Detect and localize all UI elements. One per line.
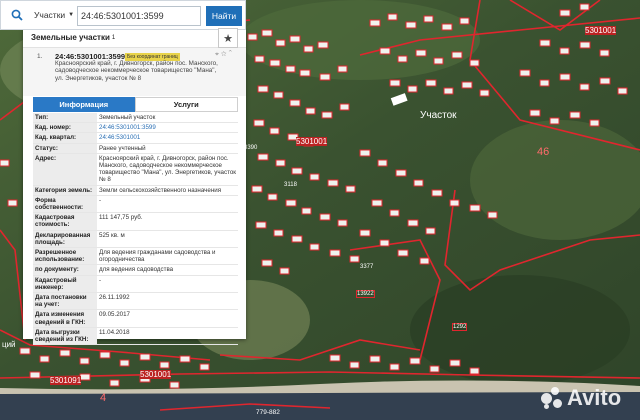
tab-info[interactable]: Информация	[33, 97, 135, 112]
category-dropdown[interactable]: Участки ▼	[34, 10, 74, 20]
avito-watermark: Avito	[541, 385, 621, 411]
info-value: -	[97, 195, 238, 214]
result-actions: ⌖ ☆ ⌃	[215, 51, 232, 59]
info-row: Тип: Земельный участок	[33, 113, 238, 124]
info-row: Разрешенное использование: Для ведения гр…	[33, 247, 238, 266]
map-label-block-b: 5301001	[585, 26, 617, 35]
info-key: Кадастровый инженер:	[33, 275, 97, 294]
info-value: 24:46:5301001:3599	[97, 122, 238, 134]
info-value: Земли сельскохозяйственного назначения	[97, 185, 238, 196]
map-label-bottom: 779-882	[256, 409, 280, 416]
info-value: Для ведения гражданами садоводства и ого…	[97, 247, 238, 266]
find-button[interactable]: Найти	[206, 6, 242, 26]
info-value: для ведения садоводства	[97, 264, 238, 276]
map-label-4: 4	[100, 392, 107, 404]
info-value: 09.05.2017	[97, 309, 238, 328]
avito-wordmark: Avito	[567, 385, 622, 410]
map-label-block-a: 5301001	[296, 137, 328, 146]
info-value: Ранее учтенный	[97, 143, 238, 154]
chevron-down-icon: ▼	[68, 12, 75, 18]
info-row: Кад. номер: 24:46:5301001:3599	[33, 122, 238, 134]
result-item[interactable]: 1. 24:46:5301001:3599 Без координат гран…	[23, 48, 246, 96]
map-label-46: 46	[537, 146, 550, 158]
tab-services[interactable]: Услуги	[134, 97, 238, 112]
favorite-button[interactable]: ★	[218, 28, 238, 48]
info-row: Дата выгрузки сведений из ГКН: 11.04.2018	[33, 327, 238, 346]
info-key: Категория земель:	[33, 185, 97, 196]
info-key: Дата выгрузки сведений из ГКН:	[33, 327, 97, 346]
info-row: Дата изменения сведений в ГКН: 09.05.2017	[33, 309, 238, 328]
map-label-block-c: 5301001	[140, 370, 172, 379]
map-label-fragment: ций	[2, 340, 16, 349]
info-key: по документу:	[33, 264, 97, 276]
info-value: 26.11.1992	[97, 292, 238, 311]
map-label-uchastok: Участок	[420, 110, 457, 121]
star-icon: ★	[223, 32, 233, 45]
info-value: 111 147,75 руб.	[97, 212, 238, 231]
search-icon[interactable]	[6, 4, 28, 26]
info-link[interactable]: 24:46:5301001	[99, 134, 140, 141]
info-key: Дата постановки на учет:	[33, 292, 97, 311]
info-key: Кад. номер:	[33, 122, 97, 134]
info-row: Декларированная площадь: 525 кв. м	[33, 230, 238, 249]
info-link[interactable]: 24:46:5301001:3599	[99, 124, 156, 131]
info-value: 24:46:5301001	[97, 132, 238, 144]
zoom-to-icon[interactable]: ⌖	[215, 51, 219, 58]
map-label-block-d: 5301091	[50, 376, 82, 385]
result-index: 1.	[37, 53, 43, 60]
panel-title: Земельные участки	[31, 33, 110, 42]
map-label-13922: 13922	[356, 290, 375, 298]
panel-header: Земельные участки 1	[23, 28, 246, 48]
collapse-icon[interactable]: ⌃	[229, 51, 232, 58]
info-key: Дата изменения сведений в ГКН:	[33, 309, 97, 328]
map-label-3377: 3377	[360, 264, 374, 270]
info-key: Тип:	[33, 113, 97, 124]
info-key: Статус:	[33, 143, 97, 154]
info-value: -	[97, 275, 238, 294]
info-value: 11.04.2018	[97, 327, 238, 346]
info-row: по документу: для ведения садоводства	[33, 264, 238, 276]
map-label-1292: 1292	[452, 323, 468, 331]
results-panel: Земельные участки 1 1. 24:46:5301001:3599…	[23, 28, 246, 346]
search-bar: Участки ▼ Найти	[0, 0, 246, 30]
results-count: 1	[111, 34, 116, 41]
map-label-3118: 3118	[284, 182, 297, 188]
info-row: Адрес: Красноярский край, г. Дивногорск, …	[33, 153, 238, 186]
info-key: Декларированная площадь:	[33, 230, 97, 249]
info-key: Форма собственности:	[33, 195, 97, 214]
info-row: Дата постановки на учет: 26.11.1992	[33, 292, 238, 311]
avito-logo-icon	[541, 387, 563, 409]
info-key: Кадастровая стоимость:	[33, 212, 97, 231]
info-key: Кад. квартал:	[33, 132, 97, 144]
info-row: Кадастровая стоимость: 111 147,75 руб.	[33, 212, 238, 231]
info-row: Кадастровый инженер: -	[33, 275, 238, 294]
info-row: Статус: Ранее учтенный	[33, 143, 238, 154]
info-value: Красноярский край, г. Дивногорск, район …	[97, 153, 238, 186]
info-key: Адрес:	[33, 153, 97, 186]
star-outline-icon[interactable]: ☆	[221, 51, 227, 58]
map-viewport[interactable]: Участок 5301001 5301001 5301001 5301091 …	[0, 0, 640, 420]
info-row: Категория земель: Земли сельскохозяйствен…	[33, 185, 238, 196]
info-value: Земельный участок	[97, 113, 238, 124]
info-value: 525 кв. м	[97, 230, 238, 249]
info-table: Тип: Земельный участок Кад. номер: 24:46:53…	[33, 113, 238, 346]
search-input[interactable]	[77, 6, 201, 26]
panel-tabs: Информация Услуги	[33, 97, 238, 112]
info-key: Разрешенное использование:	[33, 247, 97, 266]
map-label-3390: 3390	[244, 145, 258, 151]
result-address: Красноярский край, г. Дивногорск, район …	[55, 60, 218, 82]
category-label: Участки	[34, 10, 66, 20]
info-row: Форма собственности: -	[33, 195, 238, 214]
info-row: Кад. квартал: 24:46:5301001	[33, 132, 238, 144]
